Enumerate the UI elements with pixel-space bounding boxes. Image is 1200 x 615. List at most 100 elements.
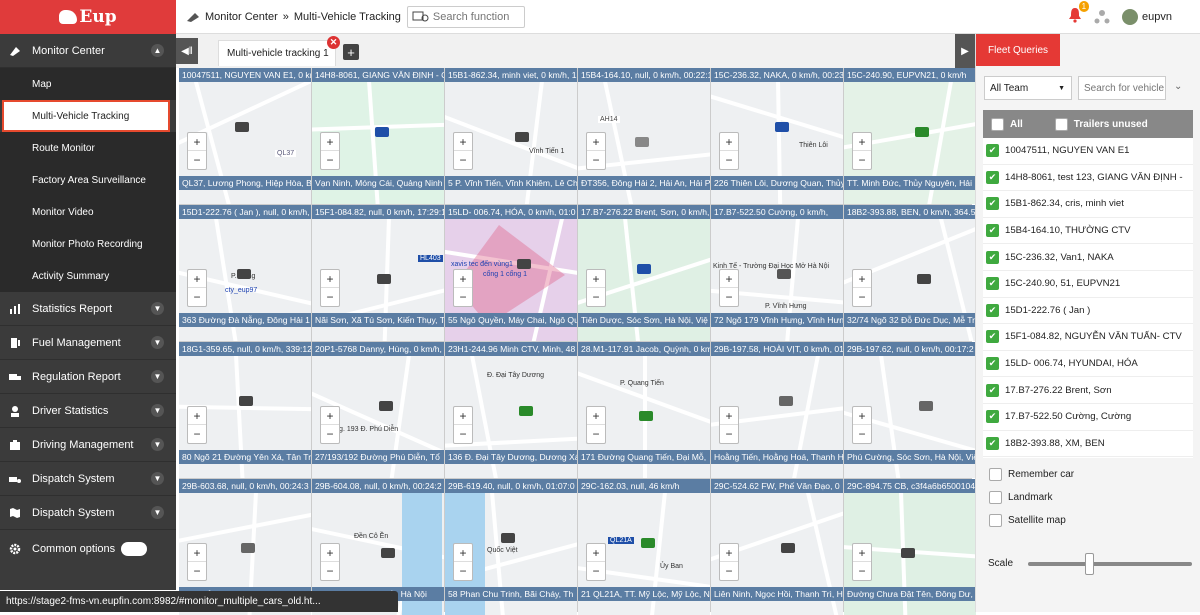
vehicle-marker-icon[interactable]: [641, 538, 655, 548]
search-input[interactable]: [432, 10, 523, 23]
vehicle-marker-icon[interactable]: [637, 264, 651, 274]
vehicle-list-item[interactable]: ✔ 15B4-164.10, THƯỜNG CTV: [983, 218, 1193, 245]
chevron-down-icon[interactable]: ⌄: [1174, 81, 1182, 92]
trailers-unused-checkbox[interactable]: [1054, 117, 1068, 131]
collapse-sidebar-button[interactable]: ◀‖: [176, 38, 198, 64]
vehicle-marker-icon[interactable]: [639, 411, 653, 421]
vehicle-marker-icon[interactable]: [779, 396, 793, 406]
zoom-control[interactable]: + −: [453, 132, 473, 170]
scale-slider-thumb[interactable]: [1084, 553, 1094, 575]
map-cell[interactable]: 17.B7-276.22 Brent, Sơn, 0 km/h, Tiên Dượ…: [578, 205, 710, 341]
zoom-out-button[interactable]: −: [853, 288, 871, 306]
zoom-out-button[interactable]: −: [321, 425, 339, 443]
function-search[interactable]: [406, 5, 525, 28]
vehicle-marker-icon[interactable]: [517, 259, 531, 269]
map-cell[interactable]: 29B-197.58, HOÀI VỊT, 0 km/h, 01 Hoằng Ti…: [711, 342, 843, 478]
sidebar-section-regulation-report[interactable]: Regulation Report ▼: [0, 360, 176, 394]
vehicle-checkbox[interactable]: ✔: [986, 224, 999, 238]
vehicle-marker-icon[interactable]: [375, 127, 389, 137]
vehicle-checkbox[interactable]: ✔: [986, 330, 999, 344]
zoom-in-button[interactable]: +: [720, 270, 738, 288]
map-cell[interactable]: 15C-240.90, EUPVN21, 0 km/h TT. Minh Đức,…: [844, 68, 976, 204]
zoom-control[interactable]: + −: [719, 406, 739, 444]
vehicle-list-item[interactable]: ✔ 17.B7-276.22 Brent, Sơn: [983, 377, 1193, 404]
vehicle-checkbox[interactable]: ✔: [986, 170, 999, 184]
zoom-in-button[interactable]: +: [454, 133, 472, 151]
sidebar-section-monitor-center[interactable]: Monitor Center ▲: [0, 34, 176, 68]
sidebar-section-fuel-management[interactable]: Fuel Management ▼: [0, 326, 176, 360]
zoom-in-button[interactable]: +: [188, 544, 206, 562]
scale-slider[interactable]: [1028, 553, 1192, 575]
tab-fleet-queries[interactable]: Fleet Queries: [976, 34, 1060, 66]
map-cell[interactable]: QL21A Ủy Ban 29C-162.03, null, 46 km/h 21 Q…: [578, 479, 710, 615]
sidebar-section-dispatch-system-2[interactable]: Dispatch System ▼: [0, 496, 176, 530]
zoom-control[interactable]: + −: [719, 543, 739, 581]
map-cell[interactable]: Vĩnh Tiến 1Tính liền cứu hại15B1-862.34,…: [445, 68, 577, 204]
sidebar-section-driver-statistics[interactable]: Driver Statistics ▼: [0, 394, 176, 428]
map-cell[interactable]: Quốc ViệtLong Marine29B-619.40, null, 0 …: [445, 479, 577, 615]
eup-logo[interactable]: Eup: [0, 0, 176, 34]
sidebar-section-driving-management[interactable]: Driving Management ▼: [0, 428, 176, 462]
zoom-out-button[interactable]: −: [853, 562, 871, 580]
vehicle-list-item[interactable]: ✔ 15B1-862.34, cris, minh viet: [983, 191, 1193, 218]
sidebar-item-monitor-photo-recording[interactable]: Monitor Photo Recording: [0, 228, 176, 260]
all-checkbox[interactable]: [991, 117, 1004, 131]
vehicle-checkbox[interactable]: ✔: [986, 383, 999, 397]
map-cell[interactable]: Ng. 193 Đ. Phú Diễn 20P1-5768 Danny, Hùng…: [312, 342, 444, 478]
vehicle-marker-icon[interactable]: [917, 274, 931, 284]
zoom-in-button[interactable]: +: [321, 133, 339, 151]
vehicle-list-item[interactable]: ✔ 17.B7-522.50 Cường, Cường: [983, 404, 1193, 431]
vehicle-marker-icon[interactable]: [915, 127, 929, 137]
collapse-panel-button[interactable]: ▶: [955, 34, 975, 68]
vehicle-marker-icon[interactable]: [235, 122, 249, 132]
zoom-in-button[interactable]: +: [188, 133, 206, 151]
zoom-control[interactable]: + −: [852, 132, 872, 170]
map-cell[interactable]: cty_eup97P. Nẵng15D1-222.76 ( Jan ), nul…: [179, 205, 311, 341]
zoom-out-button[interactable]: −: [720, 425, 738, 443]
zoom-in-button[interactable]: +: [853, 270, 871, 288]
user-menu[interactable]: eupvn: [1122, 8, 1172, 25]
zoom-out-button[interactable]: −: [188, 151, 206, 169]
zoom-in-button[interactable]: +: [188, 270, 206, 288]
vehicle-marker-icon[interactable]: [919, 401, 933, 411]
zoom-in-button[interactable]: +: [587, 544, 605, 562]
common-options[interactable]: Common options: [0, 532, 176, 566]
zoom-in-button[interactable]: +: [321, 270, 339, 288]
vehicle-list-item[interactable]: ✔ 14H8-8061, test 123, GIANG VĂN ĐỊNH -: [983, 165, 1193, 192]
zoom-control[interactable]: + −: [586, 132, 606, 170]
map-cell[interactable]: Kinh Tế - Trường Đại Học Mở Hà Nội P. Vĩn…: [711, 205, 843, 341]
vehicle-marker-icon[interactable]: [241, 543, 255, 553]
zoom-out-button[interactable]: −: [321, 288, 339, 306]
zoom-in-button[interactable]: +: [720, 407, 738, 425]
zoom-control[interactable]: + −: [586, 269, 606, 307]
zoom-out-button[interactable]: −: [454, 151, 472, 169]
zoom-out-button[interactable]: −: [853, 151, 871, 169]
vehicle-checkbox[interactable]: ✔: [986, 144, 999, 158]
vehicle-list-item[interactable]: ✔ 18B2-393.88, XM, BEN: [983, 431, 1193, 458]
map-cell[interactable]: P. Quang Tiến 28.M1-117.91 Jacob, Quỳnh, …: [578, 342, 710, 478]
zoom-control[interactable]: + −: [320, 406, 340, 444]
zoom-in-button[interactable]: +: [188, 407, 206, 425]
zoom-in-button[interactable]: +: [853, 544, 871, 562]
zoom-control[interactable]: + −: [453, 406, 473, 444]
zoom-control[interactable]: + −: [586, 406, 606, 444]
zoom-in-button[interactable]: +: [454, 544, 472, 562]
map-cell[interactable]: Thiên Lôi 15C-236.32, NAKA, 0 km/h, 00:23…: [711, 68, 843, 204]
zoom-in-button[interactable]: +: [720, 133, 738, 151]
vehicle-checkbox[interactable]: ✔: [986, 250, 999, 264]
zoom-control[interactable]: + −: [453, 543, 473, 581]
vehicle-marker-icon[interactable]: [781, 543, 795, 553]
breadcrumb-root[interactable]: Monitor Center: [205, 11, 278, 23]
sidebar-item-activity-summary[interactable]: Activity Summary: [0, 260, 176, 292]
common-options-toggle[interactable]: [121, 542, 148, 556]
zoom-out-button[interactable]: −: [720, 151, 738, 169]
map-cell[interactable]: 18G1-359.65, null, 0 km/h, 339:12 80 Ngõ …: [179, 342, 311, 478]
organization-icon[interactable]: [1094, 9, 1110, 25]
zoom-out-button[interactable]: −: [188, 288, 206, 306]
zoom-in-button[interactable]: +: [454, 270, 472, 288]
sidebar-item-map[interactable]: Map: [0, 68, 176, 100]
team-select[interactable]: All Team ▼: [984, 76, 1072, 100]
vehicle-marker-icon[interactable]: [515, 132, 529, 142]
zoom-out-button[interactable]: −: [454, 425, 472, 443]
add-tab-button[interactable]: +: [343, 44, 359, 60]
